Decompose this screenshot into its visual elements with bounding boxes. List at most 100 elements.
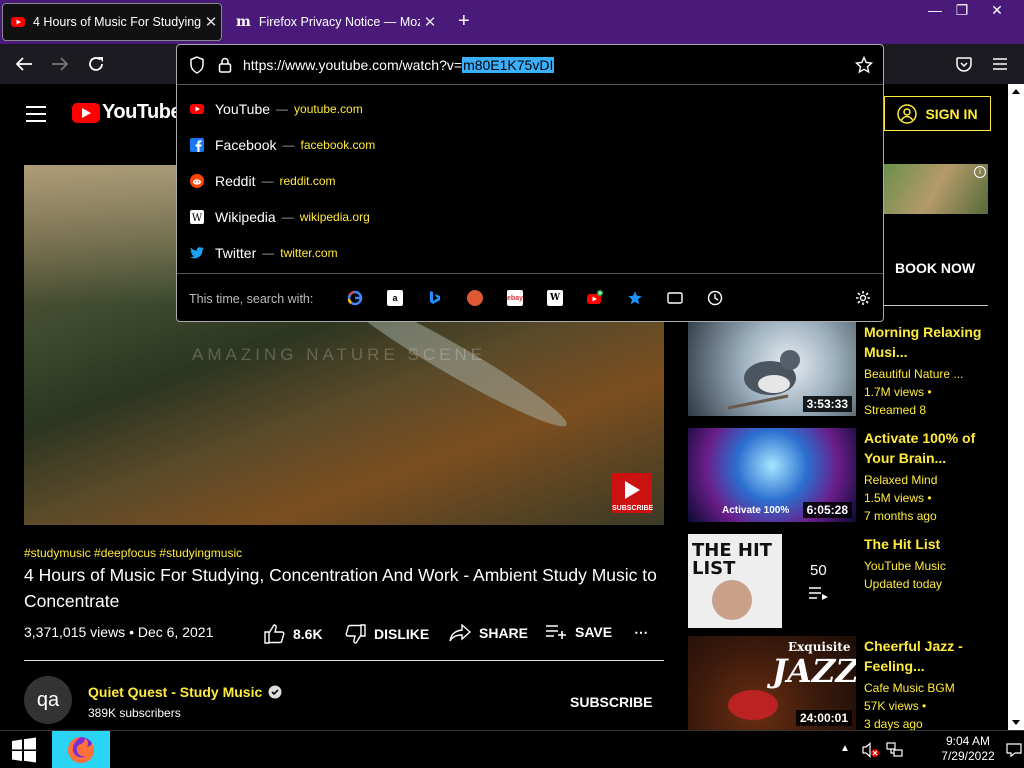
like-button[interactable]: 8.6K	[264, 624, 323, 644]
ebay-engine-icon[interactable]: ebay	[507, 290, 523, 306]
video-duration: 24:00:01	[795, 710, 852, 726]
like-count: 8.6K	[293, 626, 323, 642]
playlist-title: The Hit List	[864, 536, 941, 552]
suggestion-separator: —	[276, 102, 289, 116]
dislike-button[interactable]: DISLIKE	[345, 624, 429, 644]
channel-avatar[interactable]: qa	[24, 676, 72, 724]
url-bar[interactable]: https://www.youtube.com/watch?v=m80E1K75…	[177, 45, 883, 85]
svg-text:W: W	[192, 213, 203, 224]
video-channel[interactable]: Cafe Music BGM	[864, 679, 988, 697]
video-thumbnail[interactable]: 3:53:33	[688, 322, 856, 416]
recommended-video[interactable]: Activate 100% 6:05:28 Activate 100% of Y…	[688, 428, 988, 523]
menu-button[interactable]	[987, 52, 1013, 76]
tray-overflow-arrow-icon[interactable]: ▲	[840, 743, 850, 754]
playlist-channel[interactable]: YouTube Music	[864, 557, 988, 575]
video-duration: 3:53:33	[802, 396, 852, 412]
suggestion-youtube[interactable]: YouTube — youtube.com	[189, 91, 363, 127]
scrollbar-thumb[interactable]	[1011, 102, 1021, 250]
reload-button[interactable]	[83, 52, 109, 76]
playlist-thumbnail[interactable]: THE HIT LIST 50	[688, 534, 856, 628]
suggestion-facebook[interactable]: Facebook — facebook.com	[189, 127, 375, 163]
thumbnail-text: THE HIT LIST	[692, 540, 772, 579]
recommended-playlist[interactable]: THE HIT LIST 50 The Hit List YouTube Mus…	[688, 534, 988, 628]
duckduckgo-engine-icon[interactable]	[467, 290, 483, 306]
suggestion-separator: —	[262, 246, 275, 260]
share-button[interactable]: SHARE	[449, 624, 528, 642]
more-actions-button[interactable]: ⋯	[634, 624, 648, 641]
suggestion-reddit[interactable]: Reddit — reddit.com	[189, 163, 336, 199]
window-close-button[interactable]: ✕	[980, 0, 1014, 20]
notifications-icon[interactable]	[1006, 742, 1022, 758]
ad-thumbnail[interactable]	[884, 164, 988, 214]
sign-in-button[interactable]: SIGN IN	[884, 96, 991, 131]
pocket-button[interactable]	[951, 52, 977, 76]
video-channel[interactable]: Beautiful Nature ...	[864, 365, 988, 383]
restore-button[interactable]: ❐	[945, 0, 979, 20]
recommended-video[interactable]: Exquisite JAZZ 24:00:01 Cheerful Jazz - …	[688, 636, 988, 730]
video-title: Cheerful Jazz - Feeling...	[864, 638, 963, 674]
bookmarks-star-icon[interactable]	[627, 290, 643, 306]
subscribe-watermark-badge[interactable]: SUBSCRIBE	[612, 473, 653, 513]
youtube-wordmark: YouTube	[102, 101, 182, 123]
wikipedia-engine-icon[interactable]: W	[547, 290, 563, 306]
suggestion-site: youtube.com	[294, 102, 363, 116]
back-button[interactable]	[11, 52, 37, 76]
suggestion-twitter[interactable]: Twitter — twitter.com	[189, 235, 338, 271]
video-views: 1.5M views •	[864, 491, 932, 505]
suggestion-separator: —	[261, 174, 274, 188]
tab-close-icon[interactable]: ✕	[420, 13, 440, 31]
account-icon	[897, 103, 918, 124]
tracking-protection-shield-icon[interactable]	[189, 56, 205, 74]
channel-name: Quiet Quest - Study Music	[88, 684, 263, 700]
facebook-icon	[189, 137, 205, 153]
volume-muted-icon[interactable]	[862, 742, 880, 758]
suggestion-name: Twitter	[215, 245, 257, 261]
amazon-engine-icon[interactable]: a	[387, 290, 403, 306]
video-views: 57K views •	[864, 699, 927, 713]
google-engine-icon[interactable]	[347, 290, 363, 306]
youtube-engine-icon[interactable]	[587, 290, 603, 306]
bing-engine-icon[interactable]	[427, 290, 443, 306]
youtube-icon	[189, 101, 205, 117]
scroll-down-icon[interactable]	[1008, 714, 1024, 730]
url-input[interactable]: https://www.youtube.com/watch?v=m80E1K75…	[243, 57, 555, 73]
save-button[interactable]: SAVE	[545, 624, 612, 640]
video-channel[interactable]: Relaxed Mind	[864, 471, 988, 489]
tab-firefox-privacy[interactable]: m Firefox Privacy Notice — Mozilla ✕	[226, 3, 440, 41]
network-icon[interactable]	[886, 742, 904, 758]
history-clock-icon[interactable]	[707, 290, 723, 306]
search-settings-gear-icon[interactable]	[855, 290, 871, 306]
forward-button[interactable]	[47, 52, 73, 76]
one-off-search-engines: This time, search with: a ebay W	[177, 273, 883, 321]
start-button[interactable]	[0, 731, 48, 768]
video-thumbnail[interactable]: Exquisite JAZZ 24:00:01	[688, 636, 856, 730]
tab-youtube-video[interactable]: 4 Hours of Music For Studying, Concentra…	[2, 3, 222, 41]
thumbs-down-icon	[345, 624, 366, 644]
suggestion-name: YouTube	[215, 101, 271, 117]
book-now-button[interactable]: BOOK NOW	[895, 260, 975, 276]
suggestion-separator: —	[281, 210, 294, 224]
subscribe-button[interactable]: SUBSCRIBE	[570, 694, 652, 710]
reload-icon	[89, 57, 103, 71]
youtube-logo[interactable]: YouTube	[72, 101, 182, 124]
recommended-video[interactable]: 3:53:33 Morning Relaxing Musi... Beautif…	[688, 322, 988, 417]
tabs-icon[interactable]	[667, 290, 683, 306]
video-thumbnail[interactable]: Activate 100% 6:05:28	[688, 428, 856, 522]
tab-close-icon[interactable]: ✕	[201, 13, 221, 31]
scroll-up-icon[interactable]	[1008, 84, 1024, 100]
video-views: 1.7M views •	[864, 385, 932, 399]
taskbar-clock[interactable]: 9:04 AM 7/29/2022	[930, 734, 1006, 764]
lock-icon[interactable]	[218, 57, 232, 73]
new-tab-button[interactable]: +	[458, 10, 470, 33]
suggestion-wikipedia[interactable]: W Wikipedia — wikipedia.org	[189, 199, 370, 235]
bookmark-star-icon[interactable]	[855, 56, 873, 74]
video-hashtags[interactable]: #studymusic #deepfocus #studyingmusic	[24, 546, 242, 560]
youtube-guide-menu-icon[interactable]	[26, 106, 46, 127]
suggestion-separator: —	[282, 138, 295, 152]
channel-name-link[interactable]: Quiet Quest - Study Music	[88, 684, 282, 700]
dislike-label: DISLIKE	[374, 626, 430, 642]
ad-info-icon[interactable]: i	[974, 166, 986, 178]
twitter-icon	[189, 245, 205, 261]
taskbar-firefox[interactable]	[52, 731, 110, 768]
page-scrollbar[interactable]	[1008, 84, 1024, 730]
